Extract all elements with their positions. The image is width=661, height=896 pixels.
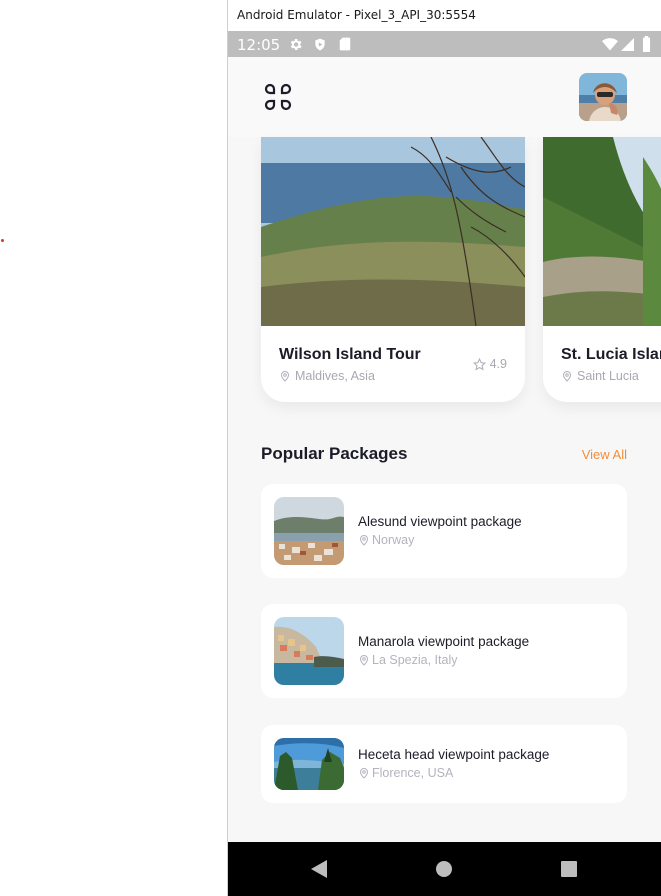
app-header xyxy=(228,57,661,137)
star-icon xyxy=(472,357,486,370)
tour-location-text: Maldives, Asia xyxy=(295,369,375,383)
tour-rating: 4.9 xyxy=(472,357,507,371)
sd-card-icon xyxy=(339,37,351,51)
package-location-text: Norway xyxy=(372,533,415,547)
package-thumbnail xyxy=(274,497,344,565)
package-location: Norway xyxy=(358,533,414,547)
tour-title: St. Lucia Island xyxy=(561,346,661,363)
tour-rating-value: 4.9 xyxy=(489,357,507,371)
home-icon[interactable] xyxy=(435,859,453,879)
package-item[interactable]: Alesund viewpoint package Norway xyxy=(261,484,627,578)
view-all-link[interactable]: View All xyxy=(582,447,627,462)
package-item[interactable]: Heceta head viewpoint package Florence, … xyxy=(261,725,627,803)
tour-card[interactable]: St. Lucia Island Saint Lucia xyxy=(543,137,661,402)
package-location-text: Florence, USA xyxy=(372,766,454,780)
package-title: Alesund viewpoint package xyxy=(358,514,522,529)
location-pin-icon xyxy=(359,535,369,546)
package-thumbnail xyxy=(274,738,344,790)
package-thumbnail xyxy=(274,617,344,685)
battery-icon xyxy=(642,36,651,52)
section-title: Popular Packages xyxy=(261,444,408,463)
tour-title: Wilson Island Tour xyxy=(279,346,421,363)
wifi-icon xyxy=(602,38,618,51)
location-pin-icon xyxy=(359,655,369,666)
location-pin-icon xyxy=(359,768,369,779)
tour-location-text: Saint Lucia xyxy=(577,369,639,383)
stray-red-dot xyxy=(1,239,4,242)
window-titlebar: Android Emulator - Pixel_3_API_30:5554 xyxy=(228,0,661,31)
package-title: Heceta head viewpoint package xyxy=(358,747,550,762)
profile-avatar[interactable] xyxy=(579,73,627,121)
package-item[interactable]: Manarola viewpoint package La Spezia, It… xyxy=(261,604,627,698)
app-screen: Wilson Island Tour Maldives, Asia 4.9 St… xyxy=(228,57,661,842)
shield-icon xyxy=(315,38,325,51)
tour-card[interactable]: Wilson Island Tour Maldives, Asia 4.9 xyxy=(261,137,525,402)
package-location: Florence, USA xyxy=(358,766,453,780)
status-time: 12:05 xyxy=(237,36,281,54)
package-title: Manarola viewpoint package xyxy=(358,634,530,649)
package-location: La Spezia, Italy xyxy=(358,653,457,667)
android-status-bar: 12:05 xyxy=(228,31,661,57)
grid-menu-icon[interactable] xyxy=(263,82,293,112)
tour-photo xyxy=(261,137,525,326)
gear-icon xyxy=(290,39,302,50)
tour-location: Saint Lucia xyxy=(561,369,639,383)
tour-location: Maldives, Asia xyxy=(279,369,375,383)
location-pin-icon xyxy=(562,371,572,382)
package-location-text: La Spezia, Italy xyxy=(372,653,458,667)
location-pin-icon xyxy=(280,371,290,382)
back-icon[interactable] xyxy=(310,859,328,879)
android-nav-bar xyxy=(228,842,661,896)
tour-photo xyxy=(543,137,661,326)
signal-icon xyxy=(621,38,634,51)
emulator-window: Android Emulator - Pixel_3_API_30:5554 1… xyxy=(227,0,661,896)
recents-icon[interactable] xyxy=(560,859,578,879)
window-title: Android Emulator - Pixel_3_API_30:5554 xyxy=(237,8,476,22)
